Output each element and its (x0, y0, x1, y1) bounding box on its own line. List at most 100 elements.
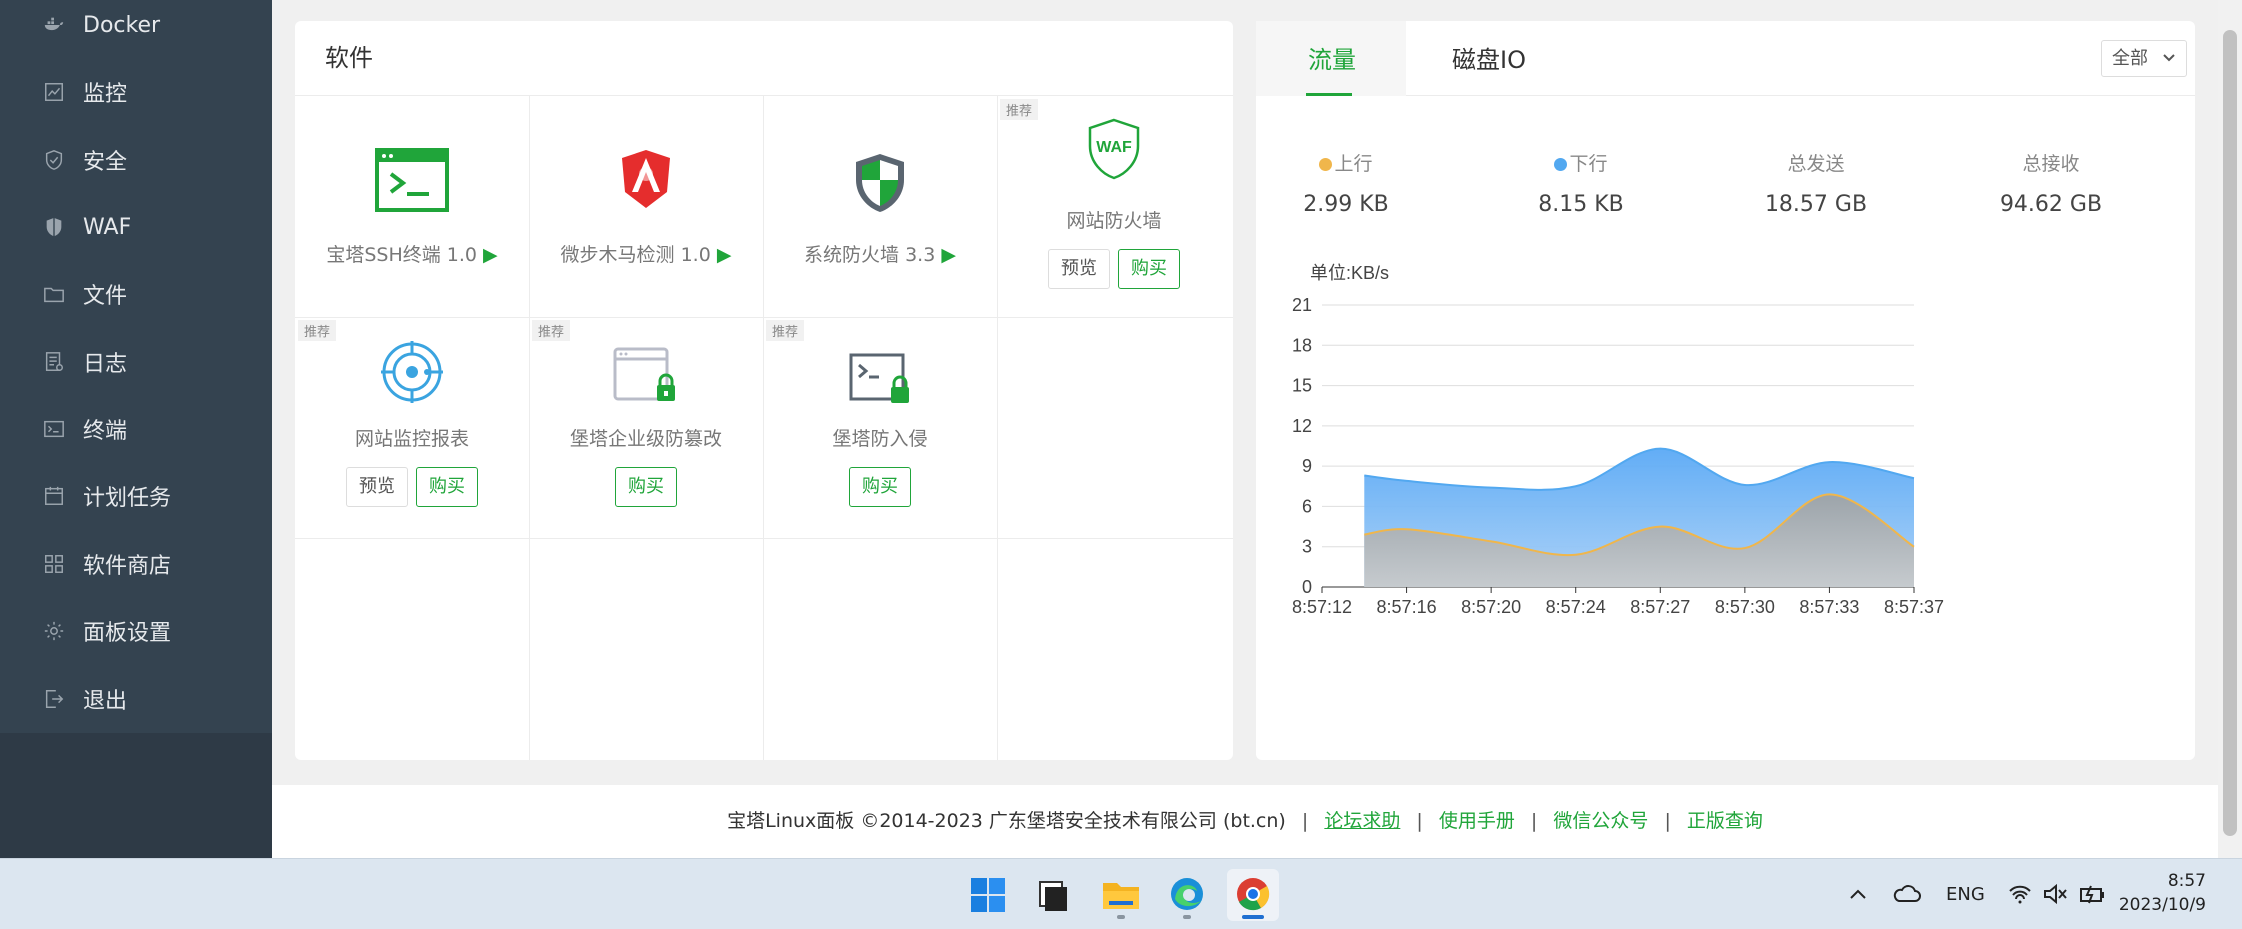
footer: 宝塔Linux面板 ©2014-2023 广东堡塔安全技术有限公司 (bt.cn… (272, 785, 2218, 858)
sidebar-item-label: 计划任务 (83, 486, 172, 511)
tab-disk-io[interactable]: 磁盘IO (1452, 21, 1526, 96)
software-name: 宝塔SSH终端 1.0 ▶ (326, 244, 498, 266)
x-tick-label: 8:57:20 (1461, 597, 1521, 617)
software-name: 网站防火墙 (1066, 210, 1162, 232)
y-tick-label: 12 (1292, 416, 1312, 436)
gear-icon (44, 621, 64, 641)
sidebar-item-monitor[interactable]: 监控 (0, 62, 272, 122)
file-explorer-button[interactable] (1095, 869, 1147, 921)
software-item-anti-tamper[interactable]: 推荐 堡塔企业级防篡改 购买 (529, 317, 763, 538)
separator: | (1664, 810, 1671, 832)
software-name: 系统防火墙 3.3 ▶ (804, 244, 956, 266)
stat-value: 18.57 GB (1764, 192, 1868, 217)
play-icon: ▶ (716, 244, 732, 266)
sidebar-item-label: 软件商店 (83, 554, 172, 579)
software-item-anti-intrusion[interactable]: 推荐 堡塔防入侵 购买 (763, 317, 997, 538)
wifi-icon[interactable] (2008, 883, 2032, 905)
site-monitor-icon (381, 341, 443, 403)
sidebar-item-label: 退出 (83, 689, 128, 714)
y-tick-label: 9 (1302, 456, 1312, 476)
y-tick-label: 15 (1292, 376, 1312, 396)
sidebar-item-label: WAF (83, 214, 132, 240)
network-select[interactable]: 全部 (2101, 40, 2187, 77)
sidebar-item-files[interactable]: 文件 (0, 264, 272, 324)
chrome-button[interactable] (1227, 869, 1279, 921)
anti-tamper-icon (613, 347, 675, 401)
running-indicator (1183, 915, 1191, 919)
start-button[interactable] (962, 869, 1014, 921)
windows-icon (971, 878, 1005, 912)
preview-button[interactable]: 预览 (1048, 249, 1110, 289)
sidebar-item-terminal[interactable]: 终端 (0, 399, 272, 459)
y-tick-label: 3 (1302, 537, 1312, 557)
grid-divider (295, 538, 1233, 539)
stat-value: 94.62 GB (1999, 192, 2103, 217)
edge-button[interactable] (1161, 869, 1213, 921)
x-tick-label: 8:57:37 (1884, 597, 1944, 617)
sidebar-item-security[interactable]: 安全 (0, 130, 272, 190)
x-tick-label: 8:57:12 (1292, 597, 1352, 617)
link-forum[interactable]: 论坛求助 (1324, 810, 1400, 832)
buy-button[interactable]: 购买 (416, 467, 478, 507)
software-name: 堡塔防入侵 (832, 428, 928, 450)
x-tick-label: 8:57:30 (1715, 597, 1775, 617)
clock[interactable]: 8:57 2023/10/9 (2119, 869, 2206, 917)
stat-value: 8.15 KB (1538, 192, 1624, 217)
software-name: 网站监控报表 (354, 428, 469, 450)
software-item-firewall[interactable]: 系统防火墙 3.3 ▶ (763, 96, 997, 317)
sidebar-item-logs[interactable]: 日志 (0, 332, 272, 392)
traffic-chart: 单位:KB/s 0 3 6 9 12 15 18 21 8:57:12 8:57:16 8:57:2… (1292, 263, 1944, 617)
sidebar-item-docker[interactable]: Docker (0, 0, 272, 55)
link-license[interactable]: 正版查询 (1687, 810, 1763, 832)
task-view-button[interactable] (1028, 869, 1080, 921)
sidebar-item-logout[interactable]: 退出 (0, 669, 272, 729)
chevron-up-icon[interactable] (1848, 885, 1868, 905)
stat-value: 2.99 KB (1303, 192, 1389, 217)
stat-download: 下行 8.15 KB (1491, 149, 1671, 217)
sidebar-item-label: 终端 (83, 419, 128, 444)
language-indicator[interactable]: ENG (1946, 859, 1985, 929)
network-select-value: 全部 (2112, 48, 2148, 69)
x-tick-label: 8:57:16 (1377, 597, 1437, 617)
sidebar-item-settings[interactable]: 面板设置 (0, 601, 272, 661)
link-wechat[interactable]: 微信公众号 (1553, 810, 1648, 832)
software-item-waf[interactable]: 推荐 WAF 网站防火墙 预览 购买 (997, 96, 1231, 317)
play-icon: ▶ (483, 244, 498, 266)
onedrive-icon[interactable] (1893, 883, 1921, 905)
sidebar-item-cron[interactable]: 计划任务 (0, 466, 272, 526)
button-group: 购买 (529, 467, 763, 507)
scrollbar-thumb[interactable] (2223, 30, 2237, 836)
sidebar-item-label: Docker (83, 12, 161, 38)
sidebar-item-label: 监控 (83, 82, 128, 107)
y-tick-label: 21 (1292, 295, 1312, 315)
sidebar-item-label: 面板设置 (83, 621, 172, 646)
monitor-icon (45, 83, 63, 101)
software-grid: 宝塔SSH终端 1.0 ▶ 微步木马检测 1.0 ▶ 系统防火墙 3.3 ▶ 推… (295, 96, 1233, 760)
buy-button[interactable]: 购买 (849, 467, 911, 507)
ssh-terminal-icon (375, 148, 449, 212)
recommend-tag: 推荐 (532, 320, 571, 341)
svg-text:WAF: WAF (1096, 139, 1132, 156)
battery-icon[interactable] (2079, 883, 2107, 905)
separator: | (1530, 810, 1538, 832)
sidebar: Docker 监控 安全 WAF 文件 日志 终端 计划任务 软件商店 面板设置… (0, 0, 272, 858)
sidebar-item-waf[interactable]: WAF (0, 197, 272, 257)
software-item-trojan-detect[interactable]: 微步木马检测 1.0 ▶ (529, 96, 763, 317)
buy-button[interactable]: 购买 (1118, 249, 1180, 289)
software-item-site-monitor[interactable]: 推荐 网站监控报表 预览 购买 (295, 317, 529, 538)
page-scrollbar[interactable] (2218, 0, 2242, 858)
stat-total-received: 总接收 94.62 GB (1961, 149, 2141, 217)
volume-muted-icon[interactable] (2043, 883, 2069, 905)
trojan-shield-icon (622, 150, 670, 208)
recommend-tag: 推荐 (766, 320, 805, 341)
stat-total-sent: 总发送 18.57 GB (1726, 149, 1906, 217)
tab-traffic[interactable]: 流量 (1256, 21, 1406, 96)
preview-button[interactable]: 预览 (346, 467, 408, 507)
separator: | (1416, 810, 1423, 832)
sidebar-item-store[interactable]: 软件商店 (0, 534, 272, 594)
clock-time: 8:57 (2167, 871, 2206, 891)
link-manual[interactable]: 使用手册 (1439, 810, 1515, 832)
software-item-ssh[interactable]: 宝塔SSH终端 1.0 ▶ (295, 96, 529, 317)
buy-button[interactable]: 购买 (615, 467, 677, 507)
stat-label: 总发送 (1787, 153, 1845, 175)
